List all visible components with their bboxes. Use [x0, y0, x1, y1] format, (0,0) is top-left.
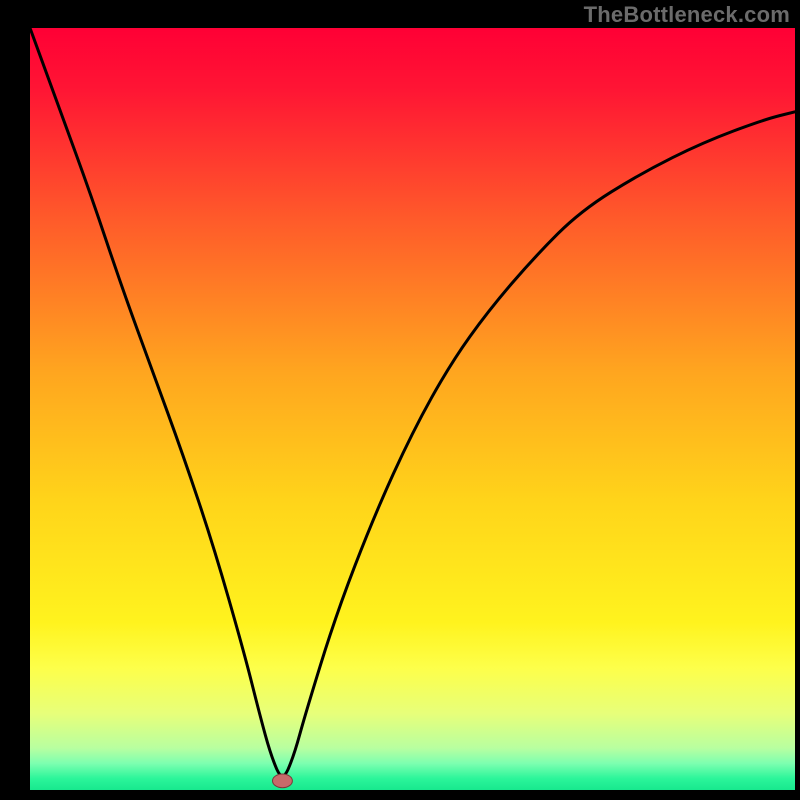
plot-background: [30, 28, 795, 790]
chart-container: TheBottleneck.com: [0, 0, 800, 800]
minimum-marker: [273, 774, 293, 788]
bottleneck-chart: [0, 0, 800, 800]
